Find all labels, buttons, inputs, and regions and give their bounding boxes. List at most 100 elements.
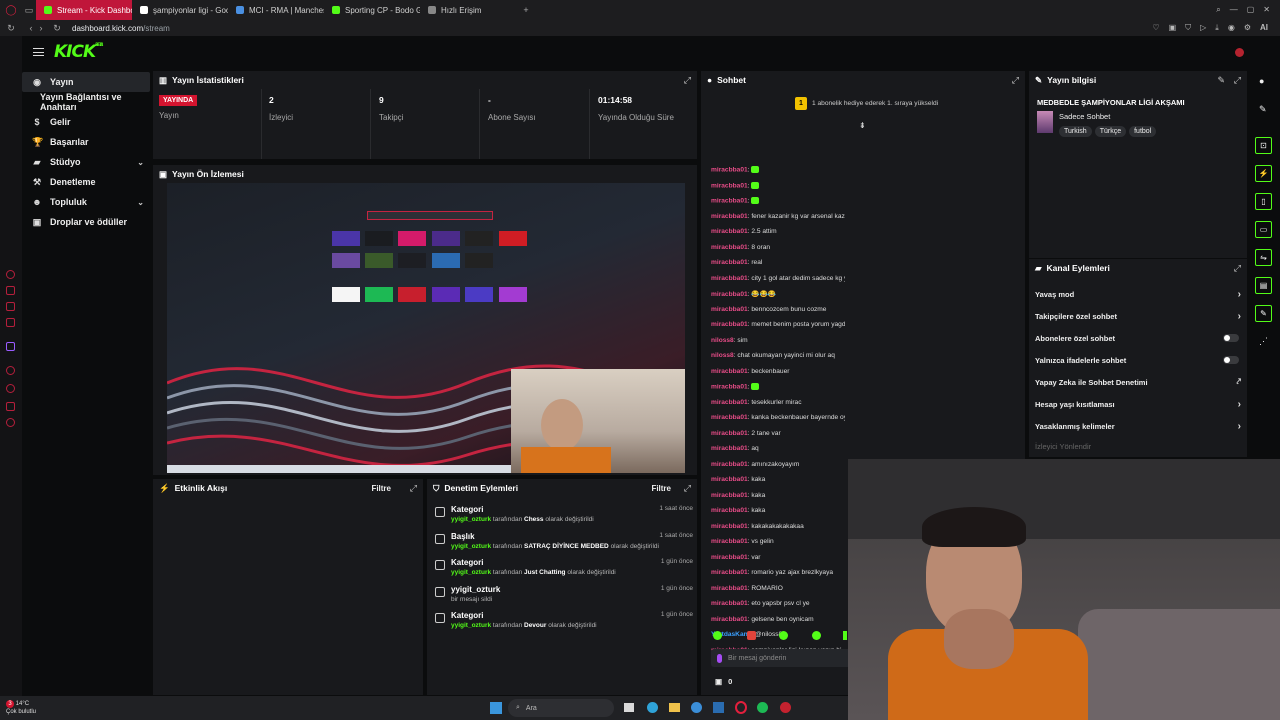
edge-icon[interactable] xyxy=(647,702,658,713)
browser-tab[interactable]: Stream - Kick Dashboard xyxy=(36,0,132,20)
chat-username[interactable]: niloss8 xyxy=(711,337,734,344)
chat-username[interactable]: miracbba01 xyxy=(711,476,748,483)
chat-username[interactable]: miracbba01 xyxy=(711,616,748,623)
expand-icon[interactable]: ⤢ xyxy=(684,483,691,494)
chat-username[interactable]: miracbba01 xyxy=(711,259,748,266)
filter-button[interactable]: Filtre xyxy=(651,484,671,493)
bookmark-icon[interactable]: ♡ xyxy=(1152,23,1159,33)
browser-maximize-icon[interactable]: ▢ xyxy=(1247,5,1255,15)
clock-icon[interactable] xyxy=(6,384,15,393)
chat-username[interactable]: miracbba01 xyxy=(711,523,748,530)
chat-username[interactable]: miracbba01 xyxy=(711,585,748,592)
twitch-icon[interactable] xyxy=(6,342,15,351)
sidebar-item[interactable]: ▣ Droplar ve ödüller xyxy=(22,212,150,232)
chat-username[interactable]: miracbba01 xyxy=(711,538,748,545)
chat-username[interactable]: miracbba01 xyxy=(711,507,748,514)
browser-tab[interactable]: Sporting CP - Bodo Glimt xyxy=(324,0,420,20)
menu-icon[interactable] xyxy=(33,48,44,56)
tab-menu-icon[interactable]: ▭ xyxy=(22,5,36,16)
stream-tag[interactable]: Türkçe xyxy=(1094,126,1127,137)
emote-icon[interactable] xyxy=(812,631,821,640)
app-icon[interactable] xyxy=(780,702,791,713)
share-icon[interactable]: ⋰ xyxy=(1259,336,1268,347)
mic-icon[interactable] xyxy=(717,653,722,663)
aria-icon[interactable] xyxy=(6,270,15,279)
browser-tab[interactable]: MCI - RMA | Manchester xyxy=(228,0,324,20)
reload-icon[interactable]: ↻ xyxy=(6,23,16,34)
browser-minimize-icon[interactable]: — xyxy=(1230,5,1238,15)
sidebar-item[interactable]: ⚒ Denetleme xyxy=(22,172,150,192)
chat-username[interactable]: miracbba01 xyxy=(711,461,748,468)
browser-close-icon[interactable]: ✕ xyxy=(1263,5,1270,15)
chat-username[interactable]: niloss8 xyxy=(711,352,734,359)
messenger-icon[interactable]: ◉ xyxy=(1228,23,1235,33)
channel-action-item[interactable]: Yapay Zeka ile Sohbet Denetimi ⤤ xyxy=(1035,371,1241,393)
expand-icon[interactable]: ⤢ xyxy=(1012,75,1019,86)
back-icon[interactable]: ‹ xyxy=(26,23,36,33)
sidebar-settings-icon[interactable] xyxy=(6,418,15,427)
settings-icon[interactable]: ⚙ xyxy=(1244,23,1251,33)
pencil-icon[interactable]: ✎ xyxy=(1259,104,1267,115)
chat-username[interactable]: miracbba01 xyxy=(711,197,748,204)
profile-avatar[interactable] xyxy=(1235,48,1244,57)
whatsapp-icon[interactable] xyxy=(6,302,15,311)
chrome-icon[interactable] xyxy=(691,702,702,713)
lightning-action-icon[interactable]: ⚡ xyxy=(1255,165,1272,182)
refresh-icon[interactable]: ↻ xyxy=(52,23,62,34)
chat-username[interactable]: miracbba01 xyxy=(711,275,748,282)
gift-icon[interactable]: ▣ xyxy=(715,677,722,686)
tool-icon[interactable]: ✎ xyxy=(1255,305,1272,322)
toggle-switch[interactable] xyxy=(1223,334,1239,342)
chat-username[interactable]: miracbba01 xyxy=(711,569,748,576)
chat-username[interactable]: miracbba01 xyxy=(711,306,748,313)
mod-user[interactable]: yyigit_ozturk xyxy=(451,622,491,629)
stream-tag[interactable]: futbol xyxy=(1129,126,1157,137)
sidebar-item[interactable]: ▰ Stüdyo ⌄ xyxy=(22,152,150,172)
chat-action-icon[interactable]: ▭ xyxy=(1255,221,1272,238)
chat-username[interactable]: miracbba01 xyxy=(711,321,748,328)
chat-username[interactable]: miracbba01 xyxy=(711,430,748,437)
link-icon[interactable]: ⇋ xyxy=(1255,249,1272,266)
sidebar-item[interactable]: ☻ Topluluk ⌄ xyxy=(22,192,150,212)
forward-icon[interactable]: › xyxy=(36,23,46,33)
emote-icon[interactable] xyxy=(747,631,756,640)
store-icon[interactable] xyxy=(713,702,724,713)
clip-icon[interactable]: ▯ xyxy=(1255,193,1272,210)
url-field[interactable]: dashboard.kick.com/stream xyxy=(72,24,170,33)
browser-search-icon[interactable]: ⌕ xyxy=(1216,5,1220,15)
spotify-icon[interactable] xyxy=(757,702,768,713)
scroll-down-icon[interactable]: ⇟ xyxy=(859,121,866,130)
mod-user[interactable]: yyigit_ozturk xyxy=(451,543,491,550)
browser-tab[interactable]: şampiyonlar ligi - Google xyxy=(132,0,228,20)
expand-icon[interactable]: ⤢ xyxy=(684,75,691,86)
chat-input[interactable]: Bir mesaj gönderin xyxy=(711,649,851,667)
chat-username[interactable]: miracbba01 xyxy=(711,445,748,452)
emote-icon[interactable] xyxy=(843,631,847,640)
sidebar-item[interactable]: Yayın Bağlantısı ve Anahtarı xyxy=(22,92,150,112)
chat-username[interactable]: miracbba01 xyxy=(711,213,748,220)
edit-icon[interactable]: ✎ xyxy=(1217,75,1225,86)
stream-preview-video[interactable] xyxy=(167,183,685,473)
channel-action-item[interactable]: Hesap yaşı kısıtlaması › xyxy=(1035,393,1241,415)
channel-action-item[interactable]: Yavaş mod › xyxy=(1035,283,1241,305)
category-name[interactable]: Sadece Sohbet xyxy=(1059,112,1110,121)
stream-tag[interactable]: Turkish xyxy=(1059,126,1092,137)
weather-widget[interactable]: 3 14°C Çok bulutlu xyxy=(6,700,36,716)
channel-action-item[interactable]: Yasaklanmış kelimeler › xyxy=(1035,415,1241,437)
play-icon[interactable]: ▷ xyxy=(1200,23,1206,33)
kick-logo[interactable]: KICKBETA xyxy=(54,42,103,62)
filter-button[interactable]: Filtre xyxy=(371,484,391,493)
chat-username[interactable]: miracbba01 xyxy=(711,554,748,561)
file-explorer-icon[interactable] xyxy=(624,703,634,712)
chat-username[interactable]: miracbba01 xyxy=(711,414,748,421)
sidebar-item[interactable]: ◉ Yayın xyxy=(22,72,150,92)
mod-user[interactable]: yyigit_ozturk xyxy=(451,516,491,523)
snapshot-icon[interactable]: ▣ xyxy=(1169,23,1177,33)
info-icon[interactable]: ● xyxy=(1259,76,1264,86)
chat-username[interactable]: miracbba01 xyxy=(711,291,748,298)
history-icon[interactable] xyxy=(6,366,15,375)
record-icon[interactable]: ⊡ xyxy=(1255,137,1272,154)
expand-icon[interactable]: ⤢ xyxy=(1234,263,1241,274)
chat-username[interactable]: miracbba01 xyxy=(711,600,748,607)
chat-username[interactable]: miracbba01 xyxy=(711,228,748,235)
